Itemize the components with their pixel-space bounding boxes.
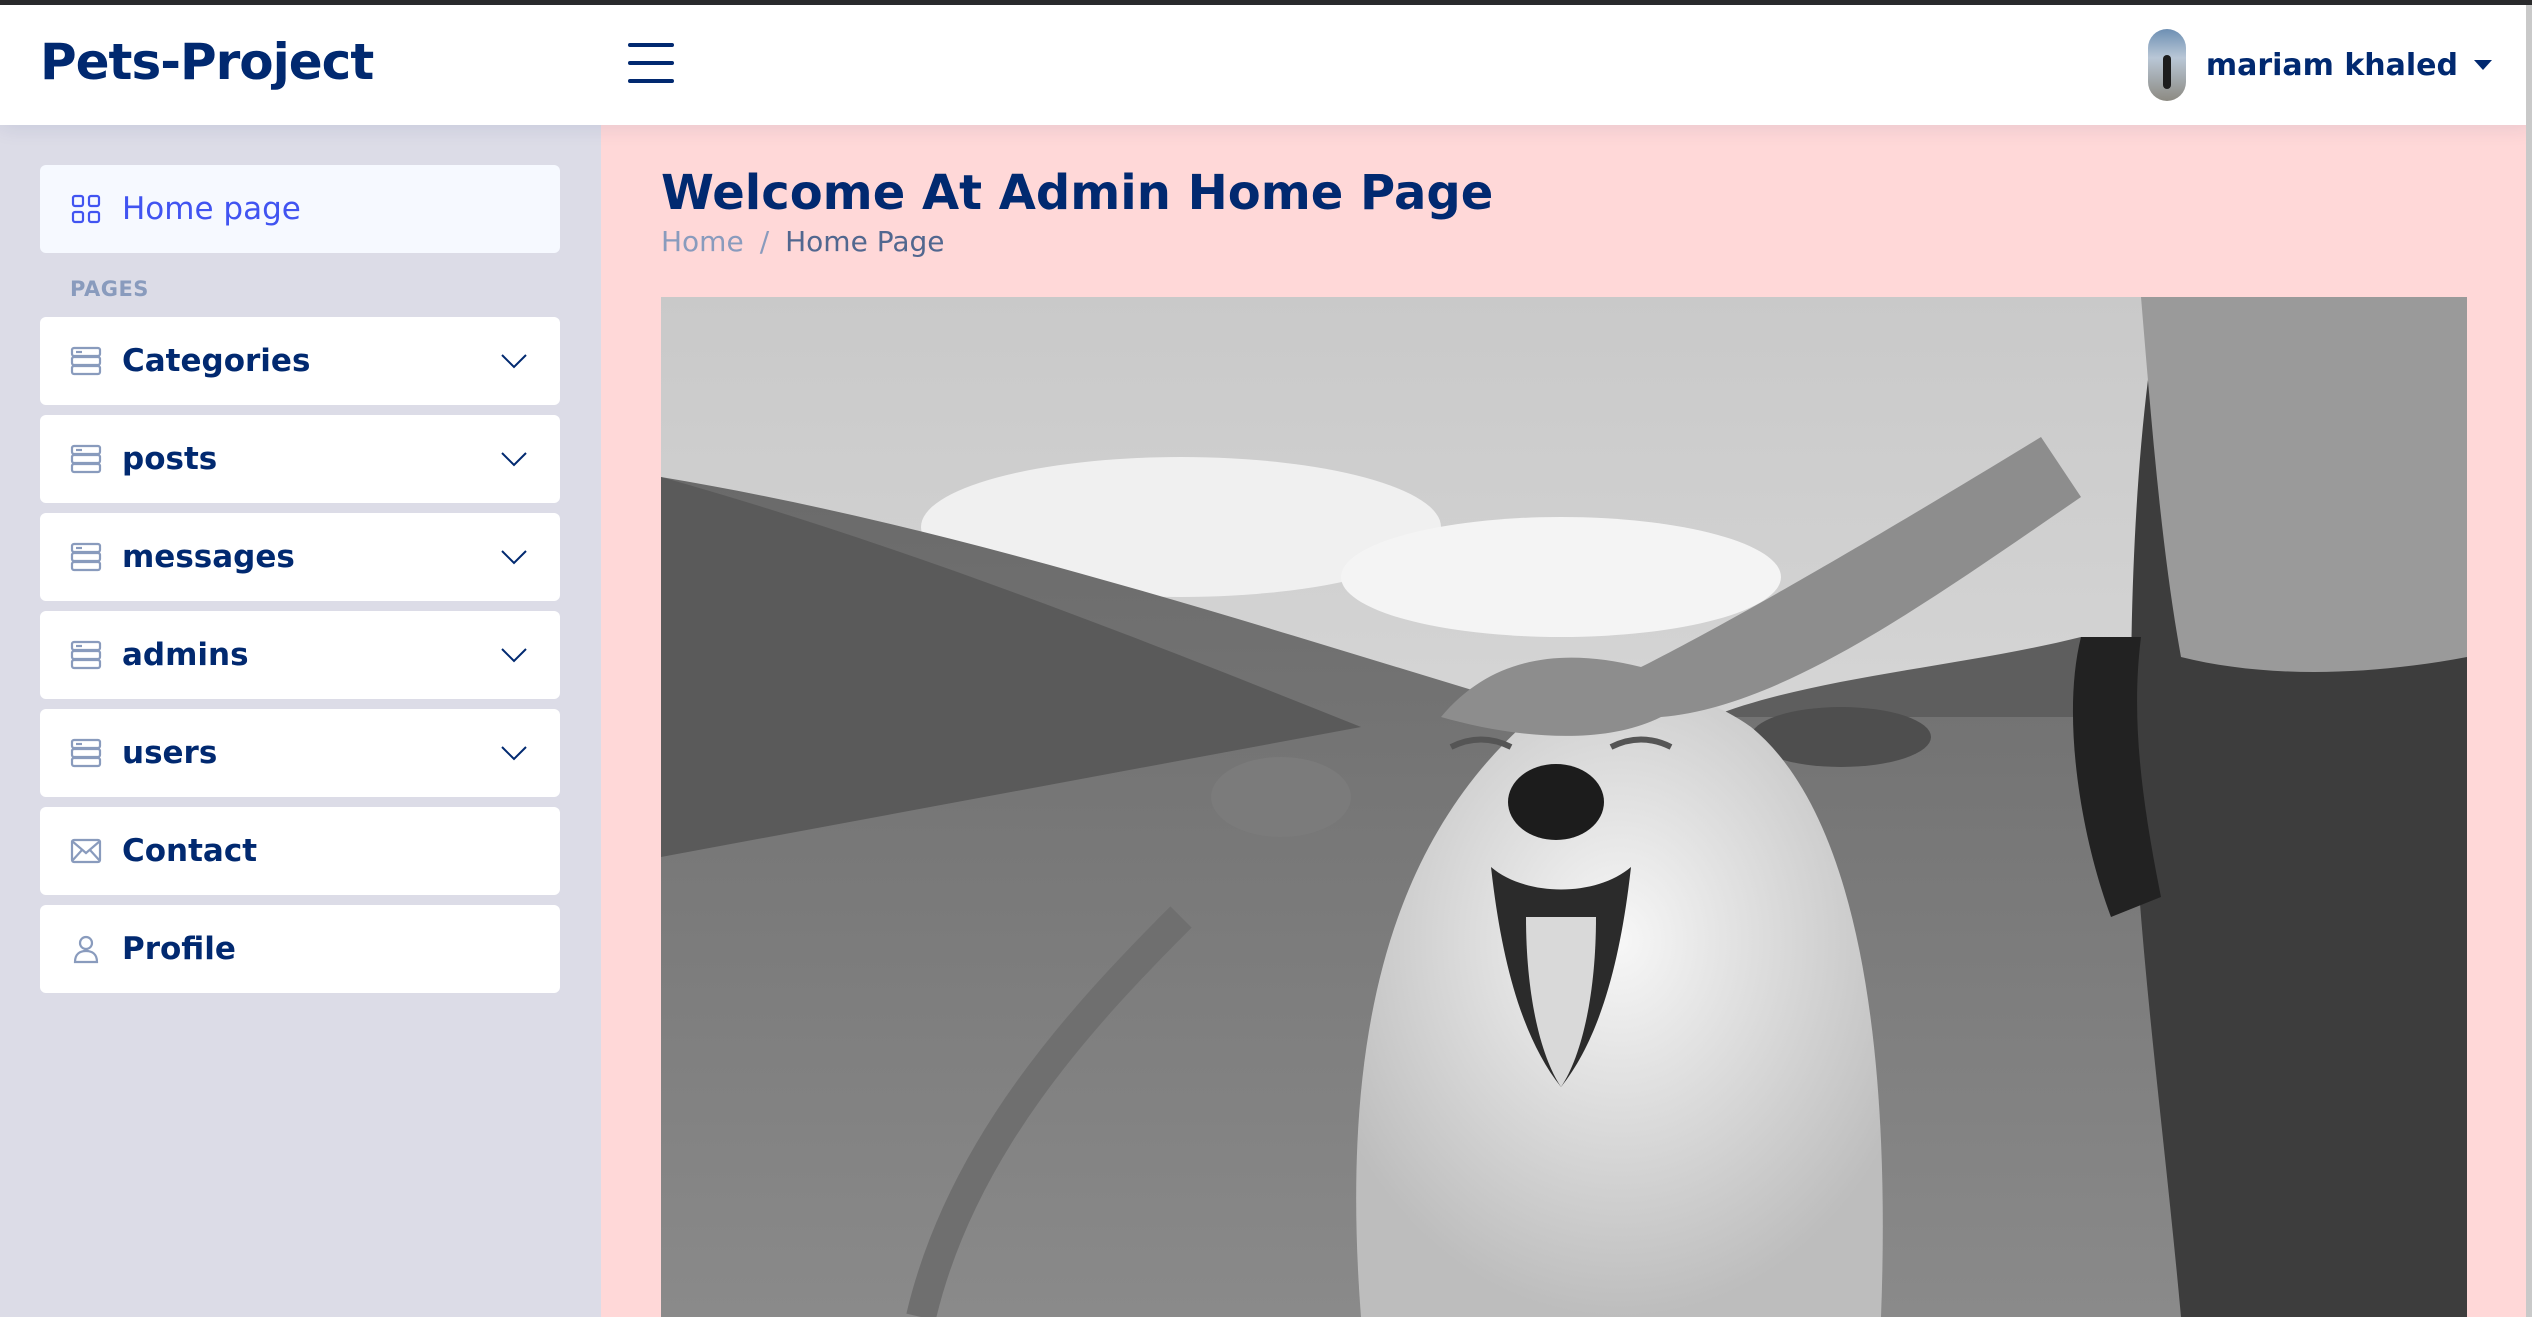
main-content: Welcome At Admin Home Page Home / Home P… [601, 125, 2526, 1317]
top-header: Pets-Project mariam khaled [0, 5, 2532, 125]
sidebar-item-label: posts [122, 441, 218, 477]
sidebar-item-label: Home page [122, 191, 301, 227]
chevron-down-icon [501, 354, 527, 369]
page-title: Welcome At Admin Home Page [661, 165, 1494, 221]
sidebar-item-admins[interactable]: admins [40, 611, 560, 699]
grid-icon [70, 193, 102, 225]
sidebar-item-users[interactable]: users [40, 709, 560, 797]
sidebar-item-posts[interactable]: posts [40, 415, 560, 503]
layout-icon [70, 541, 102, 573]
logo[interactable]: Pets-Project [40, 33, 374, 91]
sidebar-item-label: users [122, 735, 218, 771]
layout-icon [70, 443, 102, 475]
breadcrumb: Home / Home Page [661, 225, 945, 258]
layout-icon [70, 345, 102, 377]
user-name: mariam khaled [2205, 47, 2458, 83]
chevron-down-icon [501, 746, 527, 761]
sidebar-item-home-page[interactable]: Home page [40, 165, 560, 253]
sidebar-item-label: Profile [122, 931, 236, 967]
sidebar-item-profile[interactable]: Profile [40, 905, 560, 993]
sidebar-section-heading: PAGES [70, 277, 149, 301]
layout-icon [70, 639, 102, 671]
sidebar-item-label: messages [122, 539, 295, 575]
breadcrumb-home-link[interactable]: Home [661, 225, 744, 258]
hero-image [661, 297, 2467, 1317]
envelope-icon [70, 835, 102, 867]
person-icon [70, 933, 102, 965]
caret-down-icon [2474, 60, 2492, 70]
breadcrumb-separator: / [759, 225, 770, 258]
sidebar-item-messages[interactable]: messages [40, 513, 560, 601]
sidebar-item-categories[interactable]: Categories [40, 317, 560, 405]
chevron-down-icon [501, 452, 527, 467]
breadcrumb-current: Home Page [785, 225, 945, 258]
scrollbar[interactable] [2526, 5, 2532, 1317]
sidebar-item-contact[interactable]: Contact [40, 807, 560, 895]
chevron-down-icon [501, 550, 527, 565]
sidebar-item-label: Categories [122, 343, 311, 379]
layout-icon [70, 737, 102, 769]
user-profile-dropdown[interactable]: mariam khaled [2147, 29, 2492, 101]
sidebar-item-label: admins [122, 637, 249, 673]
hamburger-icon[interactable] [628, 43, 674, 83]
sidebar: Home page PAGES Categories posts message… [0, 125, 601, 1317]
sidebar-item-label: Contact [122, 833, 258, 869]
chevron-down-icon [501, 648, 527, 663]
avatar [2147, 29, 2186, 101]
